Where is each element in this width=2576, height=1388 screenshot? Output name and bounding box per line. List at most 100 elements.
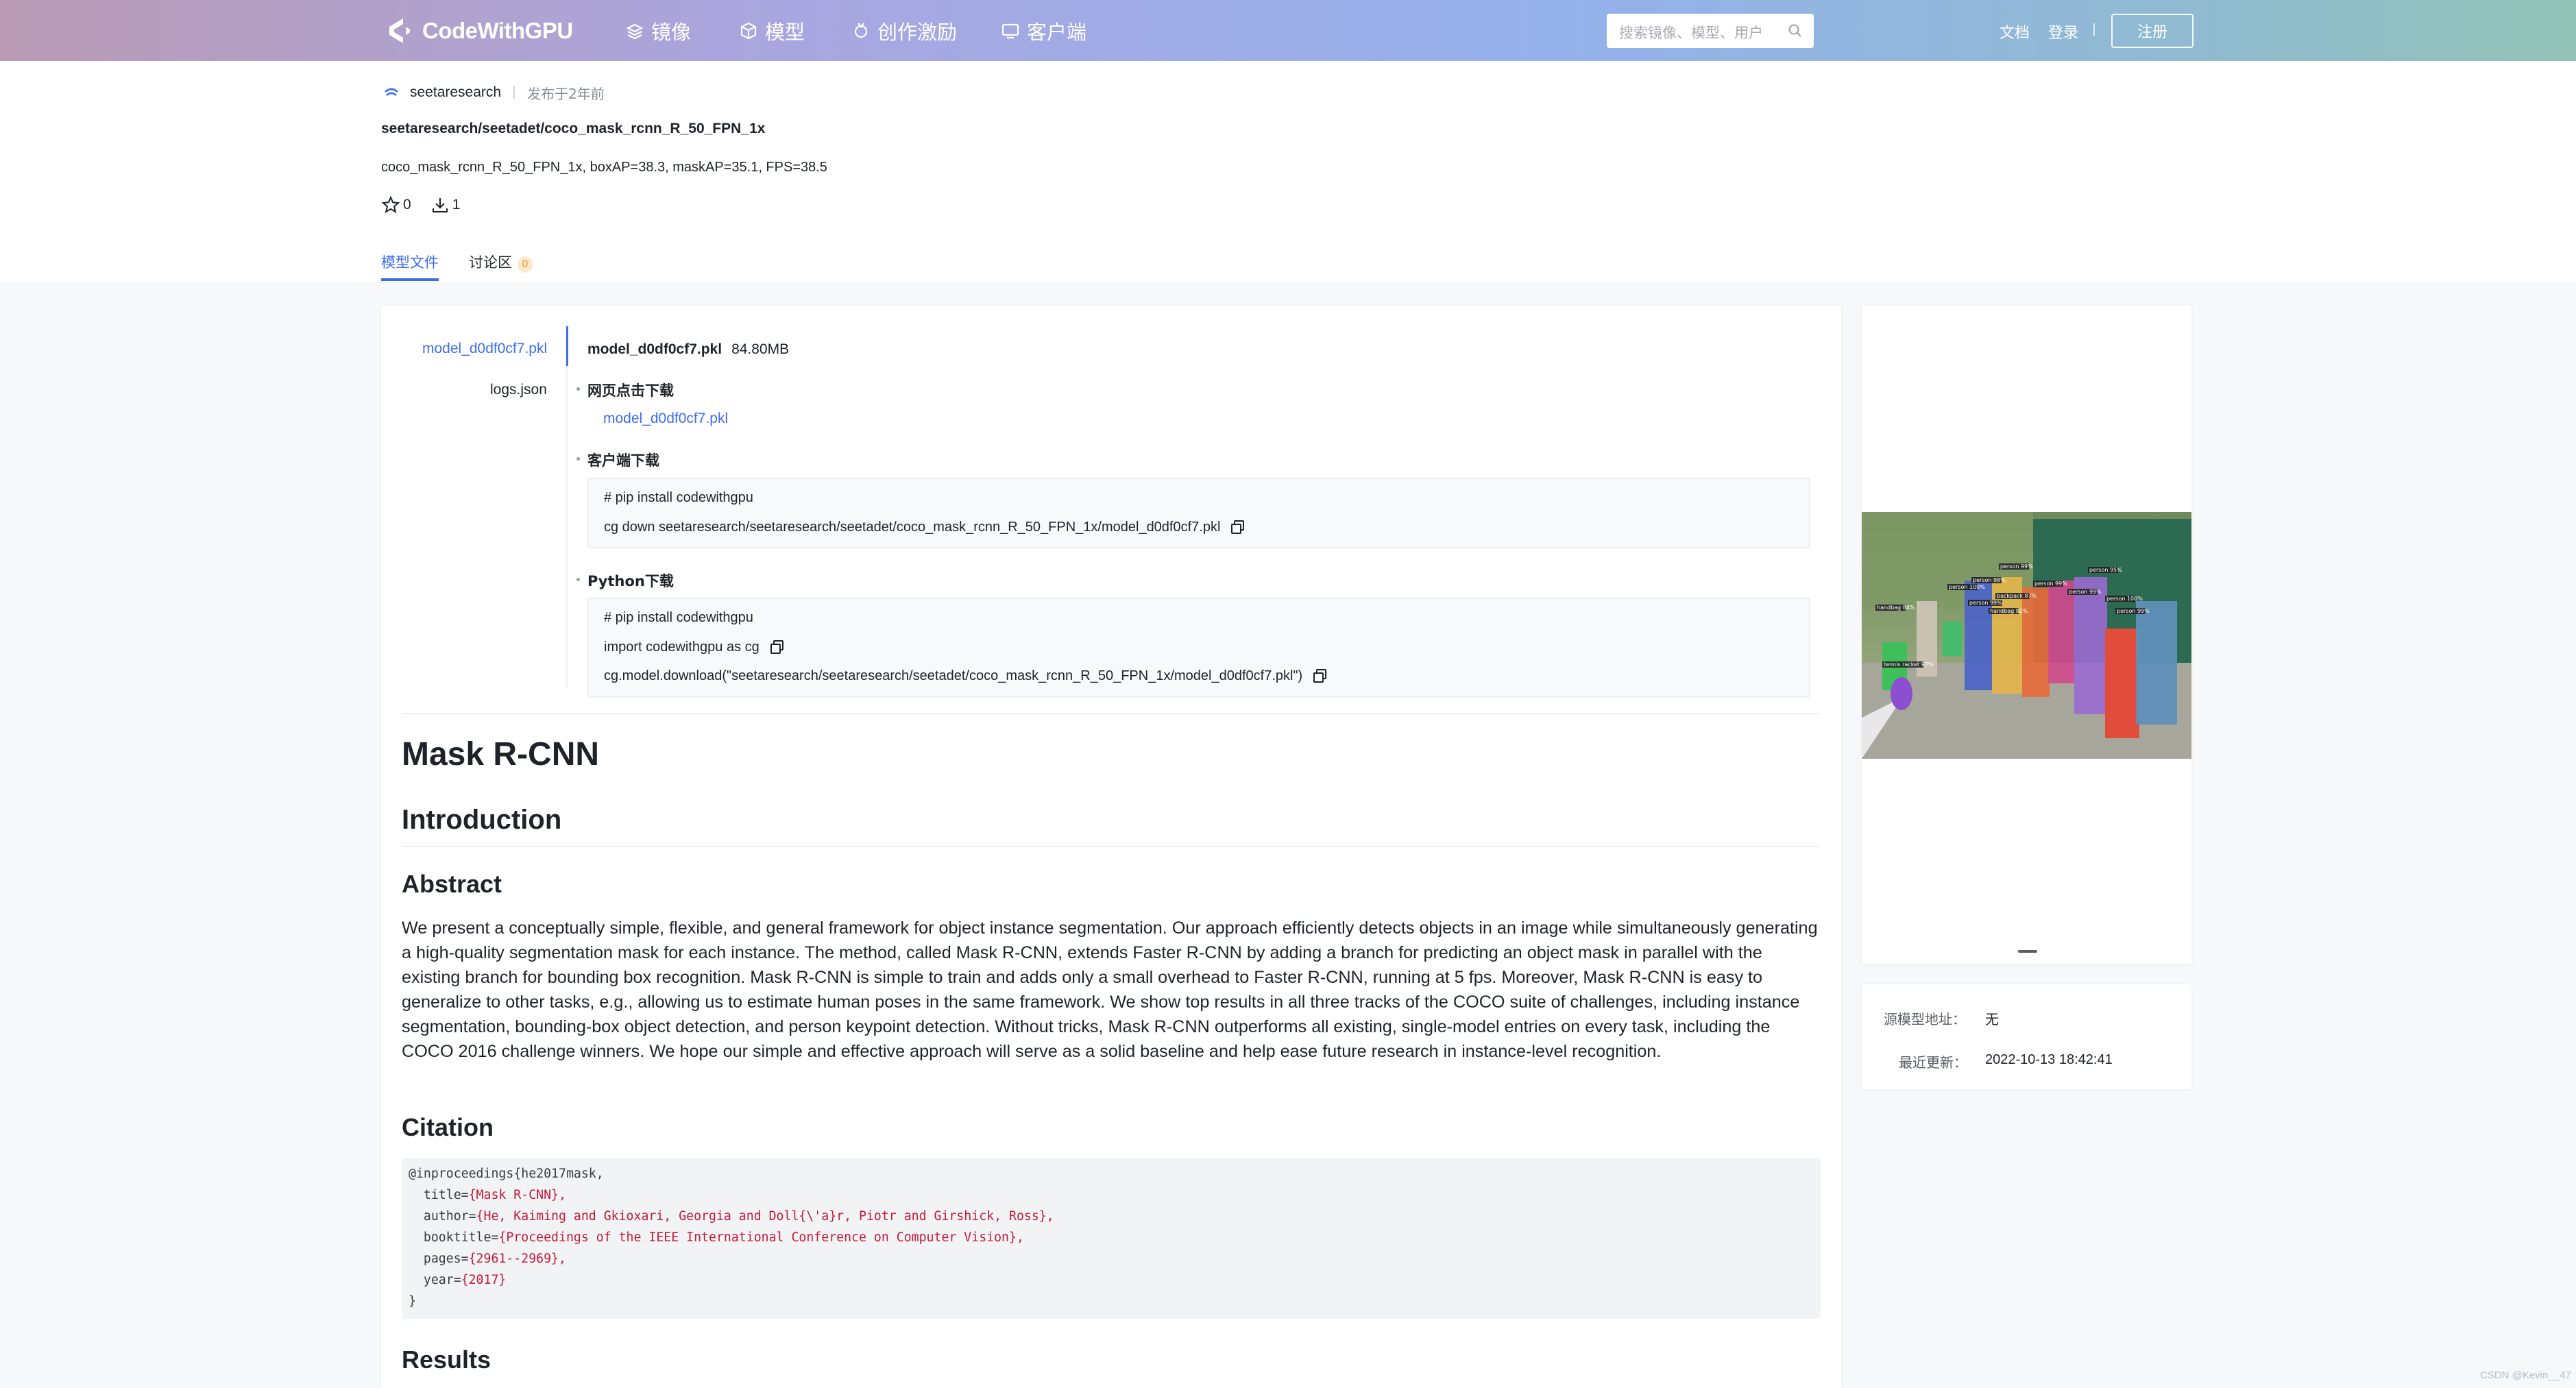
heading-underline — [402, 846, 1821, 847]
active-tab-indicator — [381, 278, 439, 281]
brand-name: CodeWithGPU — [422, 18, 573, 43]
nav-models[interactable]: 模型 — [739, 15, 805, 47]
citation-line: year={2017} — [409, 1273, 507, 1287]
python-code-line-text: # pip install codewithgpu — [604, 610, 753, 625]
citation-heading: Citation — [402, 1113, 494, 1141]
detection-label: person 99% — [2034, 581, 2067, 587]
publisher-name[interactable]: seetaresearch — [410, 84, 501, 101]
watermark-credit: CSDN @Kevin__47 — [2480, 1369, 2571, 1381]
web-download-title: 网页点击下载 — [587, 382, 674, 399]
model-description: coco_mask_rcnn_R_50_FPN_1x, boxAP=38.3, … — [381, 160, 827, 175]
results-heading: Results — [402, 1346, 491, 1374]
image-stack-icon — [626, 23, 644, 40]
client-code-line: # pip install codewithgpu — [604, 490, 753, 506]
tab-model-files[interactable]: 模型文件 — [381, 252, 439, 272]
detection-label: person 100% — [1949, 584, 1985, 590]
python-code-line: # pip install codewithgpu — [604, 610, 753, 626]
codewithgpu-logo-icon — [389, 19, 410, 43]
star-icon — [381, 195, 400, 214]
citation-line: pages={2961--2969}, — [409, 1252, 566, 1266]
nav-client-label: 客户端 — [1027, 22, 1087, 44]
nav-models-label: 模型 — [765, 22, 805, 44]
copy-icon[interactable] — [1230, 519, 1246, 535]
tab-discussion-label: 讨论区 — [469, 254, 512, 271]
nav-client[interactable]: 客户端 — [1001, 15, 1086, 47]
nav-incentive-label: 创作激励 — [877, 22, 958, 44]
section-divider — [402, 713, 1821, 714]
model-info-card — [1862, 984, 2191, 1089]
nav-images-label: 镜像 — [651, 22, 692, 44]
citation-code-block: @inproceedings{he2017mask, title={Mask R… — [402, 1158, 1821, 1319]
carousel-indicator[interactable] — [2018, 950, 2037, 953]
updated-value: 2022-10-13 18:42:41 — [1985, 1052, 2113, 1067]
tab-discussion[interactable]: 讨论区 0 — [469, 252, 533, 273]
detection-label: person 99% — [2069, 589, 2102, 595]
detection-label: person 98% — [1973, 577, 2006, 583]
docs-link[interactable]: 文档 — [2000, 21, 2030, 42]
publisher-avatar-icon[interactable] — [382, 84, 400, 101]
download-count-button[interactable]: 1 — [430, 195, 461, 215]
published-time: 发布于2年前 — [527, 85, 605, 102]
star-button[interactable]: 0 — [381, 195, 411, 215]
source-value: 无 — [1985, 1012, 1999, 1027]
citation-line: } — [409, 1294, 416, 1308]
abstract-heading: Abstract — [402, 870, 502, 898]
file-list-item-model[interactable]: model_d0df0cf7.pkl — [422, 341, 547, 357]
bullet — [576, 578, 580, 581]
model-stats: 0 1 — [381, 195, 479, 215]
detection-label: person 99% — [1969, 600, 2002, 606]
python-code-line: import codewithgpu as cg — [604, 639, 786, 655]
award-icon — [854, 23, 868, 38]
updated-label: 最近更新： — [1899, 1054, 1967, 1071]
publisher-row: seetaresearch 发布于2年前 — [382, 82, 605, 103]
top-navigation-bar: CodeWithGPU 镜像 模型 创作激励 客户端 搜索镜像、模型、用户 文档… — [0, 0, 2576, 61]
download-count: 1 — [452, 197, 461, 212]
detection-label: backpack 87% — [1997, 593, 2037, 599]
python-download-title: Python下载 — [587, 573, 674, 589]
bullet — [576, 457, 580, 461]
file-list-item-logs[interactable]: logs.json — [490, 382, 547, 398]
detection-label: person 100% — [2106, 596, 2143, 602]
web-download-link[interactable]: model_d0df0cf7.pkl — [603, 411, 728, 427]
python-code-block: # pip install codewithgpu import codewit… — [587, 598, 1810, 698]
client-code-line: cg down seetaresearch/seetaresearch/seet… — [604, 519, 1246, 535]
selected-file-indicator — [566, 326, 568, 366]
detection-label: tennis racket 97% — [1884, 661, 1934, 668]
bullet — [576, 387, 580, 391]
header-separator — [2093, 23, 2095, 36]
register-button[interactable]: 注册 — [2111, 14, 2194, 48]
file-tree-divider — [566, 366, 568, 688]
citation-line: booktitle={Proceedings of the IEEE Inter… — [409, 1230, 1024, 1245]
client-code-line-text: # pip install codewithgpu — [604, 490, 753, 505]
search-placeholder: 搜索镜像、模型、用户 — [1619, 25, 1763, 41]
file-name: model_d0df0cf7.pkl — [587, 341, 722, 357]
discussion-count-badge: 0 — [518, 256, 533, 273]
detection-label: person 99% — [2117, 608, 2150, 614]
search-icon[interactable] — [1788, 23, 1803, 38]
star-count: 0 — [403, 197, 411, 212]
python-code-line-text: import codewithgpu as cg — [604, 639, 760, 655]
copy-icon[interactable] — [1312, 668, 1328, 684]
detection-label: handbag 82% — [1990, 608, 2028, 614]
cube-icon — [740, 22, 757, 40]
logo[interactable]: CodeWithGPU — [382, 14, 573, 48]
detection-label: handbag 84% — [1877, 605, 1915, 611]
abstract-text: We present a conceptually simple, flexib… — [402, 918, 1818, 1061]
download-icon — [432, 198, 448, 212]
login-link[interactable]: 登录 — [2048, 21, 2078, 42]
introduction-heading: Introduction — [402, 805, 562, 835]
nav-incentive[interactable]: 创作激励 — [851, 15, 957, 47]
detection-preview-image[interactable]: person 99% person 95% person 98% person 99%… — [1862, 512, 2191, 759]
monitor-icon — [1001, 23, 1019, 39]
client-code-block: # pip install codewithgpu cg down seetar… — [587, 478, 1810, 548]
file-size: 84.80MB — [731, 341, 790, 357]
citation-line: author={He, Kaiming and Gkioxari, Georgi… — [409, 1209, 1054, 1223]
client-download-title: 客户端下载 — [587, 452, 659, 469]
model-path-title: seetaresearch/seetadet/coco_mask_rcnn_R_… — [381, 121, 766, 136]
search-input[interactable]: 搜索镜像、模型、用户 — [1607, 14, 1814, 48]
copy-icon[interactable] — [769, 639, 786, 655]
nav-images[interactable]: 镜像 — [625, 15, 691, 47]
publisher-separator — [513, 86, 515, 99]
python-code-line: cg.model.download("seetaresearch/seetare… — [604, 668, 1328, 684]
source-label: 源模型地址： — [1884, 1011, 1966, 1027]
